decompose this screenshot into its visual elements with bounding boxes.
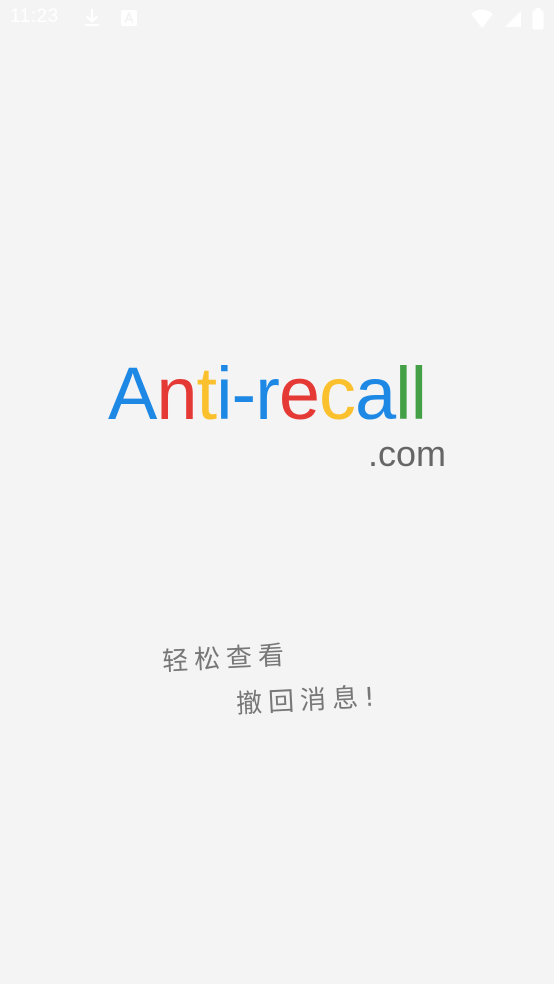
logo-letter: i (216, 352, 232, 435)
logo-letter: l (395, 352, 411, 435)
download-icon (82, 8, 102, 28)
logo-letter: a (355, 352, 396, 435)
logo-letter: l (410, 352, 427, 435)
logo-domain-suffix: .com (367, 433, 446, 474)
logo-letter: e (278, 352, 320, 435)
app-logo: Anti-recall .com (108, 352, 448, 482)
slogan-line-1: 轻松查看 (161, 640, 291, 678)
status-bar: 11:23 (0, 0, 554, 36)
a-notification-icon (120, 9, 138, 27)
logo-letter: r (255, 352, 280, 435)
slogan-line-2: 撤回消息! (235, 682, 382, 720)
logo-letter: A (108, 352, 157, 435)
logo-letter: t (196, 352, 218, 435)
status-left-icons (82, 8, 138, 28)
battery-icon (532, 8, 544, 30)
cellular-signal-icon (504, 10, 522, 28)
logo-letter: - (231, 352, 257, 435)
logo-letter: c (319, 352, 356, 435)
logo-wordmark: Anti-recall (108, 352, 427, 436)
wifi-icon (470, 9, 494, 29)
status-right-icons (470, 8, 544, 30)
status-time: 11:23 (10, 6, 59, 27)
logo-letter: n (156, 352, 197, 435)
